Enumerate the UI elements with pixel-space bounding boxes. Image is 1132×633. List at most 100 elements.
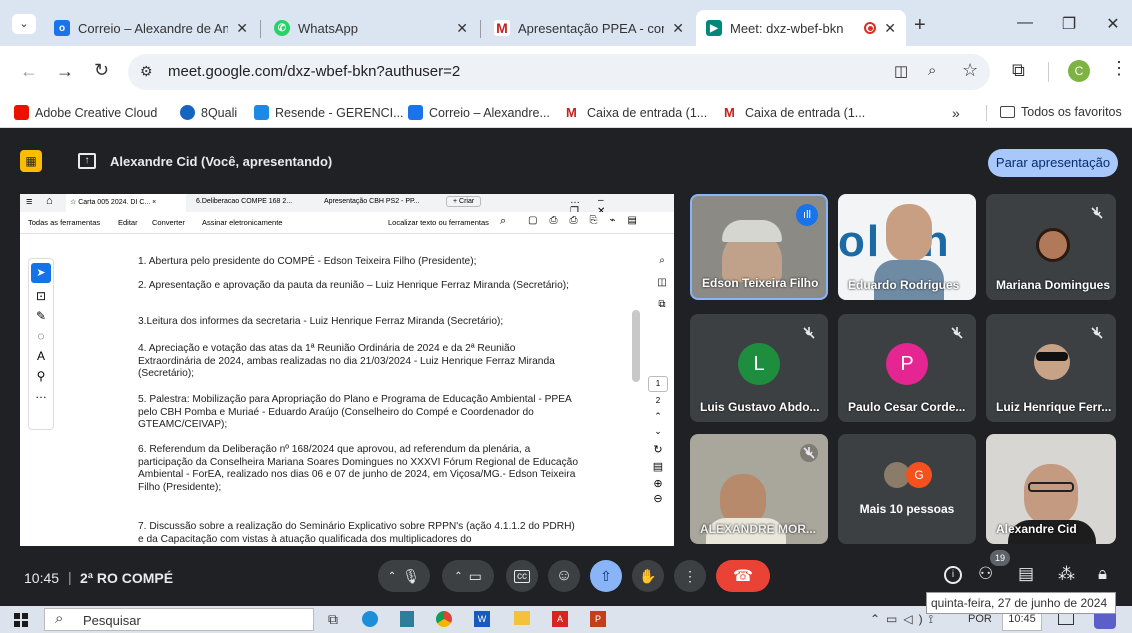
- bookmark-caixa-2[interactable]: M Caixa de entrada (1...: [724, 105, 865, 120]
- task-view-icon[interactable]: ⧉: [328, 611, 338, 628]
- menu-icon[interactable]: ≡: [26, 196, 32, 208]
- omnibox[interactable]: ⚙ meet.google.com/dxz-wbef-bkn?authuser=…: [128, 54, 990, 90]
- pdf-menu-tools[interactable]: Todas as ferramentas: [28, 218, 100, 227]
- zoom-icon[interactable]: ⌕: [928, 62, 936, 79]
- explorer-icon[interactable]: [514, 611, 530, 625]
- participant-tile[interactable]: ıll Edson Teixeira Filho: [690, 194, 828, 300]
- lasso-tool-icon[interactable]: ◌: [29, 329, 53, 343]
- window-close-icon[interactable]: ✕: [1098, 14, 1128, 34]
- close-icon[interactable]: ✕: [672, 20, 684, 37]
- participant-tile[interactable]: ol an Eduardo Rodrigues: [838, 194, 976, 300]
- pdf-search[interactable]: Localizar texto ou ferramentas: [388, 218, 489, 227]
- page-number-2[interactable]: 2: [648, 396, 668, 405]
- forward-icon[interactable]: →: [56, 61, 74, 82]
- participants-icon[interactable]: ⚇: [978, 564, 993, 584]
- page-number-1[interactable]: 1: [648, 376, 668, 392]
- select-tool-icon[interactable]: ➤: [31, 263, 51, 283]
- pdf-side-icons[interactable]: ⌕ ◫ ⧉: [654, 250, 670, 316]
- tab-whatsapp[interactable]: ✆ WhatsApp ✕: [264, 10, 478, 46]
- page-icon[interactable]: ▤: [648, 460, 668, 473]
- reload-icon[interactable]: ↻: [94, 60, 109, 81]
- taskbar-search[interactable]: ⌕ Pesquisar: [44, 608, 314, 631]
- pdf-menu-sign[interactable]: Assinar eletronicamente: [202, 218, 282, 227]
- stop-presenting-button[interactable]: Parar apresentação: [988, 149, 1118, 177]
- participant-tile[interactable]: Alexandre Cid: [986, 434, 1116, 544]
- bookmark-caixa-1[interactable]: M Caixa de entrada (1...: [566, 105, 707, 120]
- pdf-menu-convert[interactable]: Converter: [152, 218, 185, 227]
- minimize-icon[interactable]: —: [1010, 14, 1040, 32]
- more-options-button[interactable]: ⋮: [674, 560, 706, 592]
- participant-tile[interactable]: L Luis Gustavo Abdo...: [690, 314, 828, 422]
- pdf-new-tab[interactable]: + Criar: [446, 196, 482, 207]
- more-participants-tile[interactable]: G Mais 10 pessoas: [838, 434, 976, 544]
- stamp-tool-icon[interactable]: ⚲: [29, 369, 53, 383]
- camera-icon[interactable]: ◫: [894, 62, 908, 80]
- present-button[interactable]: ⇧: [590, 560, 622, 592]
- bookmarks-more[interactable]: »: [952, 105, 960, 121]
- activities-icon[interactable]: ⁂: [1058, 564, 1075, 584]
- bookmark-8quali[interactable]: 8Quali: [180, 105, 237, 120]
- powerpoint-icon[interactable]: P: [590, 611, 606, 627]
- all-favorites[interactable]: Todos os favoritos: [1000, 105, 1122, 119]
- comment-tool-icon[interactable]: ⊡: [29, 289, 53, 303]
- home-icon[interactable]: ⌂: [46, 195, 53, 207]
- leave-call-button[interactable]: ☎: [716, 560, 770, 592]
- tab-meet[interactable]: ▶ Meet: dxz-wbef-bkn ✕: [696, 10, 906, 46]
- bookmark-star-icon[interactable]: ☆: [962, 60, 978, 81]
- chat-icon[interactable]: ▤: [1018, 564, 1034, 584]
- bookmark-correio[interactable]: Correio – Alexandre...: [408, 105, 550, 120]
- close-icon[interactable]: ✕: [456, 20, 468, 37]
- tab-search-button[interactable]: ⌄: [12, 14, 36, 34]
- close-icon[interactable]: ✕: [236, 20, 248, 37]
- captions-button[interactable]: cc: [506, 560, 538, 592]
- more-tools-icon[interactable]: …: [29, 387, 53, 401]
- tab-correio[interactable]: o Correio – Alexandre de An ✕: [44, 10, 258, 46]
- zoom-out-icon[interactable]: ⊖: [648, 492, 668, 505]
- back-icon[interactable]: ←: [20, 61, 38, 82]
- acrobat-icon[interactable]: A: [552, 611, 568, 627]
- participant-tile[interactable]: P Paulo Cesar Corde...: [838, 314, 976, 422]
- windows-start-icon[interactable]: [14, 613, 28, 627]
- bookmark-adobe[interactable]: Adobe Creative Cloud: [14, 105, 157, 120]
- search-icon[interactable]: ⌕: [500, 215, 506, 228]
- pdf-toolbar-icons[interactable]: ▢⎙⎙⎘⌁▤: [528, 215, 649, 226]
- pdf-tab-1[interactable]: ☆ Carta 005 2024. DI C... ×: [66, 194, 186, 212]
- rotate-icon[interactable]: ↻: [648, 443, 668, 456]
- chevron-down-icon[interactable]: ⌄: [648, 426, 668, 437]
- language-indicator[interactable]: POR: [968, 613, 992, 625]
- emoji-button[interactable]: ☺: [548, 560, 580, 592]
- restore-icon[interactable]: ❐: [1054, 14, 1084, 34]
- draw-tool-icon[interactable]: ✎: [29, 309, 53, 323]
- pdf-tab-2[interactable]: 6.Deliberacao COMPE 168 2...: [196, 198, 292, 205]
- url-text[interactable]: meet.google.com/dxz-wbef-bkn?authuser=2: [168, 63, 460, 80]
- participant-tile[interactable]: Mariana Domingues: [986, 194, 1116, 300]
- chevron-up-icon[interactable]: ⌃: [648, 411, 668, 422]
- audio-options-button[interactable]: ⌃ 🎙︎: [378, 560, 430, 592]
- pdf-tab-3[interactable]: Apresentação CBH PS2 - PP...: [324, 198, 420, 205]
- edge-icon[interactable]: [362, 611, 378, 627]
- participant-tile[interactable]: ALEXANDRE MOR...: [690, 434, 828, 544]
- host-controls-icon[interactable]: 🔒︎: [1098, 564, 1107, 584]
- pdf-scrollbar[interactable]: [632, 310, 640, 382]
- taskbar-search-placeholder[interactable]: Pesquisar: [83, 613, 141, 628]
- menu-icon[interactable]: ⋮: [1110, 58, 1128, 79]
- video-options-button[interactable]: ⌃ ▭: [442, 560, 494, 592]
- raise-hand-button[interactable]: ✋: [632, 560, 664, 592]
- meet-side-icon[interactable]: ▦: [20, 150, 42, 172]
- zoom-in-icon[interactable]: ⊕: [648, 477, 668, 490]
- tab-apresentacao[interactable]: M Apresentação PPEA - com ✕: [484, 10, 694, 46]
- tray-icons[interactable]: ⌃▭◁)⟟: [870, 612, 939, 627]
- pdf-menu-edit[interactable]: Editar: [118, 218, 138, 227]
- participant-tile[interactable]: Luiz Henrique Ferr...: [986, 314, 1116, 422]
- close-icon[interactable]: ✕: [884, 20, 896, 37]
- files-icon[interactable]: [400, 611, 414, 627]
- chrome-icon[interactable]: [436, 611, 452, 627]
- site-settings-icon[interactable]: ⚙: [140, 63, 153, 80]
- text-tool-icon[interactable]: A: [29, 349, 53, 363]
- profile-avatar[interactable]: C: [1068, 60, 1090, 82]
- extensions-icon[interactable]: ⧉: [1012, 60, 1025, 81]
- word-icon[interactable]: W: [474, 611, 490, 627]
- bookmark-resende[interactable]: Resende - GERENCI...: [254, 105, 404, 120]
- new-tab-button[interactable]: +: [914, 14, 926, 37]
- info-icon[interactable]: i: [944, 566, 962, 584]
